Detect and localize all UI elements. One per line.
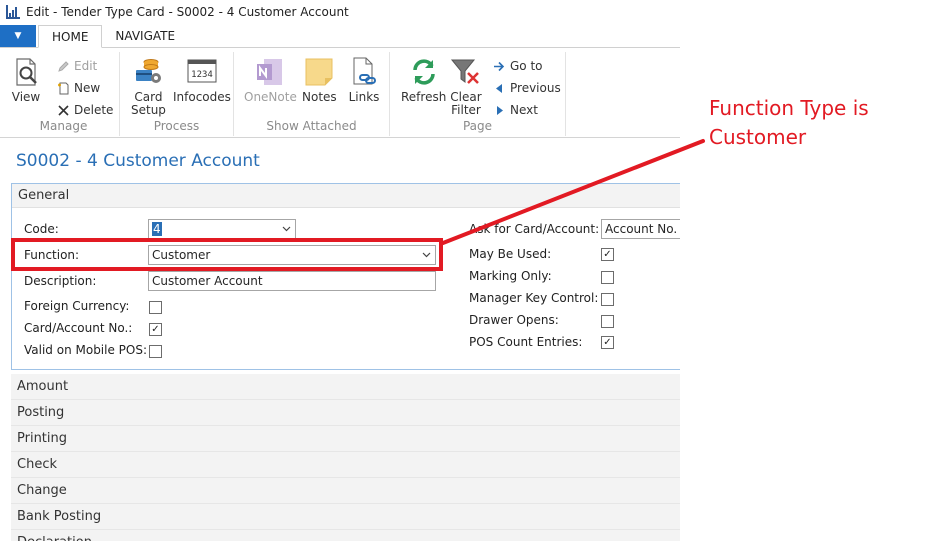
file-menu-button[interactable]: ▼ <box>0 25 36 47</box>
annotation-line-2: Customer <box>709 125 807 149</box>
may-be-used-checkbox[interactable]: ✓ <box>601 248 614 261</box>
links-icon <box>348 56 380 88</box>
pos-count-entries-label: POS Count Entries: <box>469 335 583 349</box>
show-attached-group-label: Show Attached <box>266 119 357 133</box>
pos-count-entries-checkbox[interactable]: ✓ <box>601 336 614 349</box>
card-account-no-label: Card/Account No.: <box>24 321 133 335</box>
manage-group-label: Manage <box>39 119 88 133</box>
marking-only-label: Marking Only: <box>469 269 552 283</box>
new-label: New <box>74 81 101 95</box>
group-manage: View Edit New Delete Manage <box>8 52 120 136</box>
new-button[interactable]: New <box>56 79 100 97</box>
links-button[interactable]: Links <box>348 56 380 104</box>
infocodes-icon-text: 1234 <box>191 70 213 80</box>
links-label: Links <box>348 90 380 104</box>
goto-button[interactable]: Go to <box>492 57 543 75</box>
fasttab-amount[interactable]: Amount <box>11 374 680 400</box>
arrow-right-icon <box>492 59 506 73</box>
view-icon <box>10 56 42 88</box>
delete-button[interactable]: Delete <box>56 101 113 119</box>
tab-home[interactable]: HOME <box>38 25 103 48</box>
code-input[interactable]: 4 <box>148 219 296 239</box>
page-group-label: Page <box>462 119 493 133</box>
group-page: Refresh Clear Filter Go to Previous Next… <box>390 52 566 136</box>
fasttab-posting[interactable]: Posting <box>11 400 680 426</box>
refresh-button[interactable]: Refresh <box>401 56 446 104</box>
sticky-note-icon <box>303 56 335 88</box>
window-title: Edit - Tender Type Card - S0002 - 4 Cust… <box>26 5 349 19</box>
next-label: Next <box>510 103 538 117</box>
description-value: Customer Account <box>152 274 263 288</box>
may-be-used-label: May Be Used: <box>469 247 552 261</box>
edit-button[interactable]: Edit <box>56 57 97 75</box>
delete-label: Delete <box>74 103 114 117</box>
drawer-opens-checkbox[interactable] <box>601 315 614 328</box>
goto-label: Go to <box>510 59 543 73</box>
ask-card-account-label: Ask for Card/Account: <box>469 222 600 236</box>
annotation-highlight-box <box>11 238 443 271</box>
infocodes-label: Infocodes <box>173 90 231 104</box>
process-group-label: Process <box>153 119 200 133</box>
general-fasttab: General Code: 4 Function: Customer Descr… <box>11 183 680 370</box>
notes-button[interactable]: Notes <box>302 56 337 104</box>
onenote-button[interactable]: OneNote <box>244 56 297 104</box>
description-label: Description: <box>24 274 97 288</box>
manager-key-control-checkbox[interactable] <box>601 293 614 306</box>
annotation-line-1: Function Type is <box>709 96 869 120</box>
triangle-right-icon <box>492 103 506 117</box>
card-setup-icon <box>132 56 164 88</box>
refresh-icon <box>408 56 440 88</box>
fasttab-declaration[interactable]: Declaration <box>11 530 680 541</box>
code-label: Code: <box>24 222 59 236</box>
valid-mobile-pos-label: Valid on Mobile POS: <box>24 343 148 357</box>
general-header[interactable]: General <box>12 184 680 208</box>
ribbon-tabs: ▼ HOME NAVIGATE <box>0 25 680 48</box>
view-button[interactable]: View <box>10 56 42 104</box>
ask-card-account-value: Account No. <box>605 222 678 236</box>
edit-label: Edit <box>74 59 98 73</box>
onenote-label: OneNote <box>244 90 297 104</box>
previous-button[interactable]: Previous <box>492 79 561 97</box>
group-show-attached: OneNote Notes Links Show Attached <box>234 52 390 136</box>
card-setup-label-2: Setup <box>131 103 166 117</box>
infocodes-button[interactable]: 1234 Infocodes <box>173 56 231 104</box>
foreign-currency-label: Foreign Currency: <box>24 299 130 313</box>
marking-only-checkbox[interactable] <box>601 271 614 284</box>
description-input[interactable]: Customer Account <box>148 271 436 291</box>
page-title: S0002 - 4 Customer Account <box>16 151 260 171</box>
group-process: Card Setup 1234 Infocodes Process <box>120 52 234 136</box>
tab-navigate[interactable]: NAVIGATE <box>102 25 188 47</box>
pencil-icon <box>56 59 70 73</box>
next-button[interactable]: Next <box>492 101 538 119</box>
code-value: 4 <box>152 222 162 236</box>
annotation-text: Function Type is Customer <box>709 94 939 152</box>
manager-key-control-label: Manager Key Control: <box>469 291 599 305</box>
app-logo-icon <box>6 5 20 19</box>
fasttab-bank-posting[interactable]: Bank Posting <box>11 504 680 530</box>
drawer-opens-label: Drawer Opens: <box>469 313 559 327</box>
view-label: View <box>11 90 41 104</box>
card-setup-button[interactable]: Card Setup <box>131 56 166 117</box>
onenote-icon <box>254 56 286 88</box>
fasttab-change[interactable]: Change <box>11 478 680 504</box>
card-account-no-checkbox[interactable]: ✓ <box>149 323 162 336</box>
clear-filter-icon <box>450 56 482 88</box>
previous-label: Previous <box>510 81 561 95</box>
refresh-label: Refresh <box>401 90 447 104</box>
clear-filter-button[interactable]: Clear Filter <box>450 56 482 117</box>
clear-filter-label-2: Filter <box>451 103 481 117</box>
foreign-currency-checkbox[interactable] <box>149 301 162 314</box>
title-bar: Edit - Tender Type Card - S0002 - 4 Cust… <box>0 0 680 24</box>
delete-x-icon <box>56 103 70 117</box>
infocodes-icon: 1234 <box>186 56 218 88</box>
ask-card-account-select[interactable]: Account No. <box>601 219 680 239</box>
valid-mobile-pos-checkbox[interactable] <box>149 345 162 358</box>
fasttab-check[interactable]: Check <box>11 452 680 478</box>
fasttab-printing[interactable]: Printing <box>11 426 680 452</box>
triangle-left-icon <box>492 81 506 95</box>
new-document-icon <box>56 81 70 95</box>
notes-label: Notes <box>302 90 337 104</box>
chevron-down-icon[interactable] <box>282 224 291 233</box>
ribbon: View Edit New Delete Manage Card Setup 1… <box>0 48 680 138</box>
